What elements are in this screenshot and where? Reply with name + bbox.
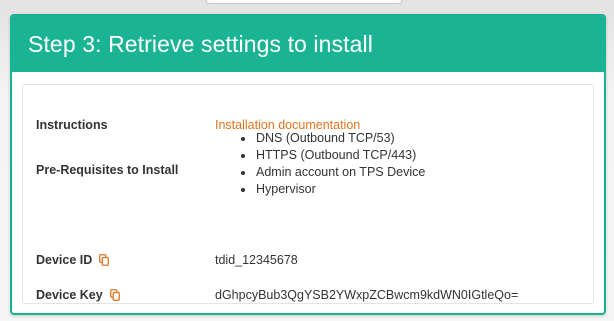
prerequisites-label: Pre-Requisites to Install [36, 163, 179, 177]
prerequisite-item: DNS (Outbound TCP/53) [255, 130, 425, 147]
step-header: Step 3: Retrieve settings to install [12, 16, 604, 72]
device-key-value: dGhpcyBub3QgYSB2YWxpZCBwcm9kdWN0IGtleQo= [215, 288, 519, 302]
copy-icon[interactable] [109, 289, 120, 301]
instructions-label: Instructions [36, 118, 108, 132]
background-element-fragment [206, 0, 402, 4]
device-id-row-label: Device ID [36, 253, 110, 267]
device-id-value: tdid_12345678 [215, 253, 298, 267]
device-key-label: Device Key [36, 288, 103, 302]
prerequisite-item: Hypervisor [255, 181, 425, 198]
page: Step 3: Retrieve settings to install Ins… [0, 0, 614, 321]
prerequisite-item: HTTPS (Outbound TCP/443) [255, 147, 425, 164]
step-panel: Step 3: Retrieve settings to install Ins… [10, 14, 606, 315]
device-key-row-label: Device Key [36, 288, 120, 302]
device-id-label: Device ID [36, 253, 93, 267]
prerequisite-item: Admin account on TPS Device [255, 164, 425, 181]
step-title: Step 3: Retrieve settings to install [28, 30, 373, 57]
prerequisites-list: DNS (Outbound TCP/53) HTTPS (Outbound TC… [215, 130, 425, 198]
copy-icon[interactable] [99, 254, 110, 266]
settings-box: Instructions Installation documentation … [22, 84, 594, 304]
